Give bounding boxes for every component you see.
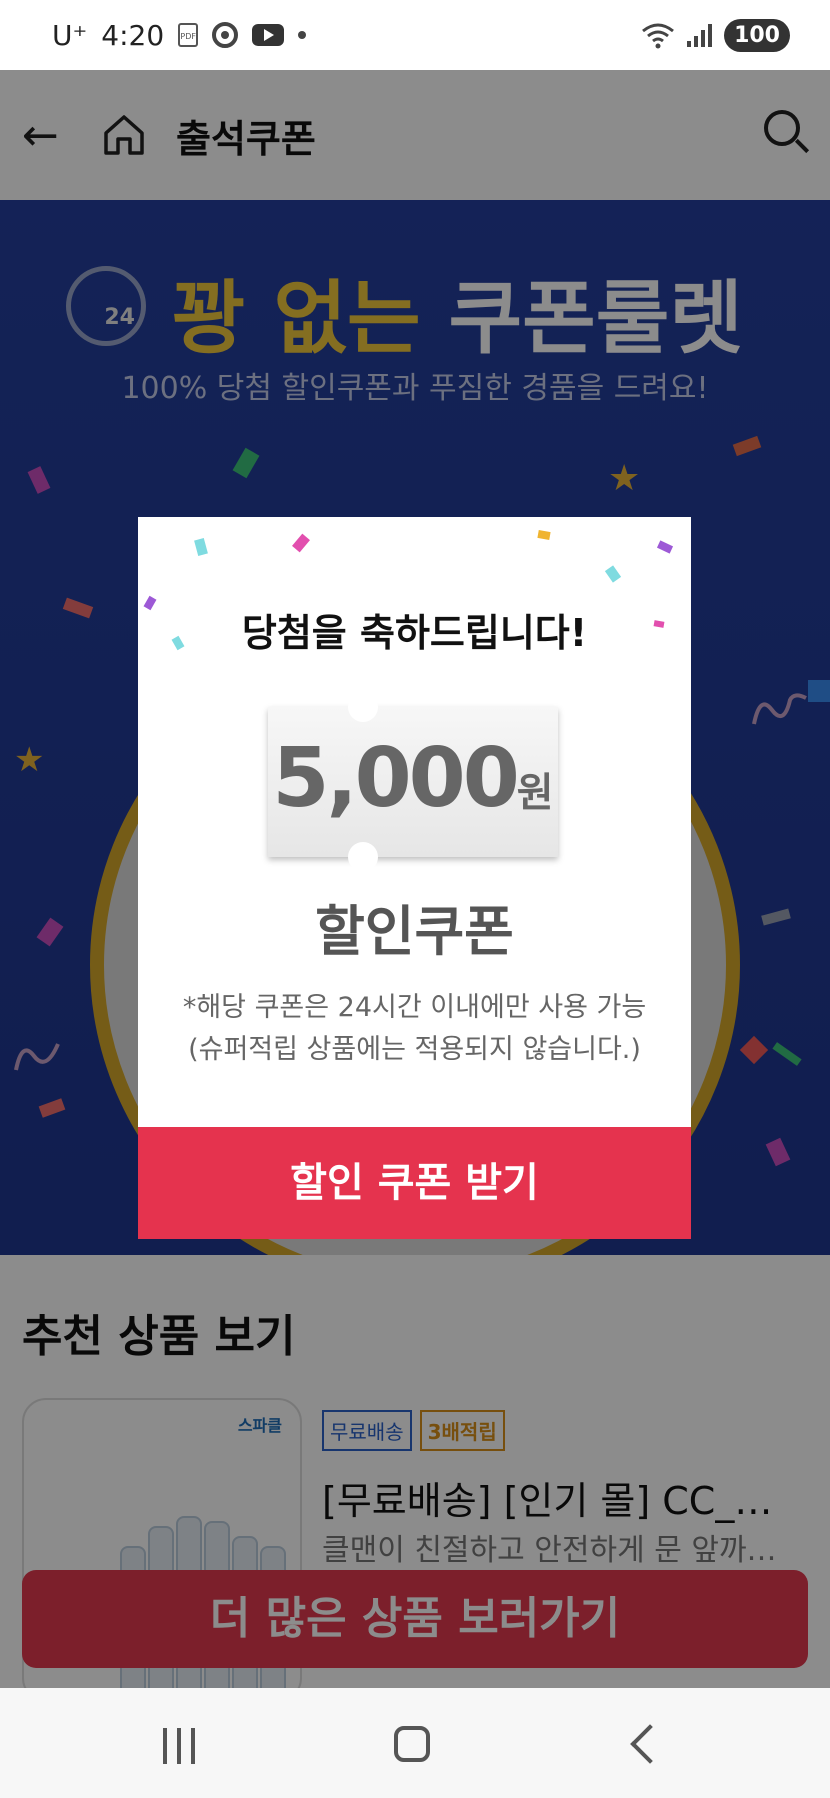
- congrats-heading: 당첨을 축하드립니다!: [241, 611, 588, 655]
- status-right: 100: [641, 18, 790, 52]
- chrome-notification-icon: [212, 22, 239, 48]
- wifi-icon: [642, 23, 674, 49]
- status-left: U⁺ 4:20 PDF: [52, 18, 307, 52]
- recents-icon[interactable]: [163, 1728, 195, 1764]
- coupon-label: 할인쿠폰: [315, 900, 514, 963]
- confetti-piece: [194, 537, 208, 557]
- confetti-piece: [537, 530, 551, 540]
- confetti-piece: [656, 540, 674, 554]
- home-nav-icon[interactable]: [394, 1726, 430, 1762]
- status-time: 4:20: [101, 18, 165, 52]
- pdf-notification-icon: PDF: [178, 23, 199, 47]
- coupon-win-modal: 당첨을 축하드립니다! 5,000원 할인쿠폰 *해당 쿠폰은 24시간 이내에…: [138, 517, 691, 1239]
- carrier-label: U⁺: [52, 18, 88, 52]
- back-nav-icon[interactable]: [630, 1724, 670, 1764]
- coupon-amount-unit: 원: [516, 770, 554, 816]
- notice-line-2: (슈퍼적립 상품에는 적용되지 않습니다.): [188, 1034, 641, 1065]
- battery-indicator: 100: [724, 18, 790, 52]
- more-notifications-dot-icon: [298, 31, 307, 39]
- status-bar: U⁺ 4:20 PDF 100: [0, 0, 830, 70]
- confetti-piece: [292, 533, 310, 553]
- coupon-amount: 5,000원: [268, 731, 558, 826]
- signal-strength-icon: [687, 23, 713, 47]
- coupon-notice: *해당 쿠폰은 24시간 이내에만 사용 가능 (슈퍼적립 상품에는 적용되지 …: [138, 987, 691, 1071]
- receive-coupon-button[interactable]: 할인 쿠폰 받기: [138, 1127, 691, 1239]
- coupon-ticket: 5,000원: [268, 692, 558, 872]
- notice-line-1: *해당 쿠폰은 24시간 이내에만 사용 가능: [182, 992, 647, 1023]
- confetti-piece: [604, 565, 622, 583]
- coupon-amount-value: 5,000: [272, 731, 519, 826]
- youtube-notification-icon: [252, 24, 285, 46]
- system-navigation-bar: [0, 1688, 830, 1798]
